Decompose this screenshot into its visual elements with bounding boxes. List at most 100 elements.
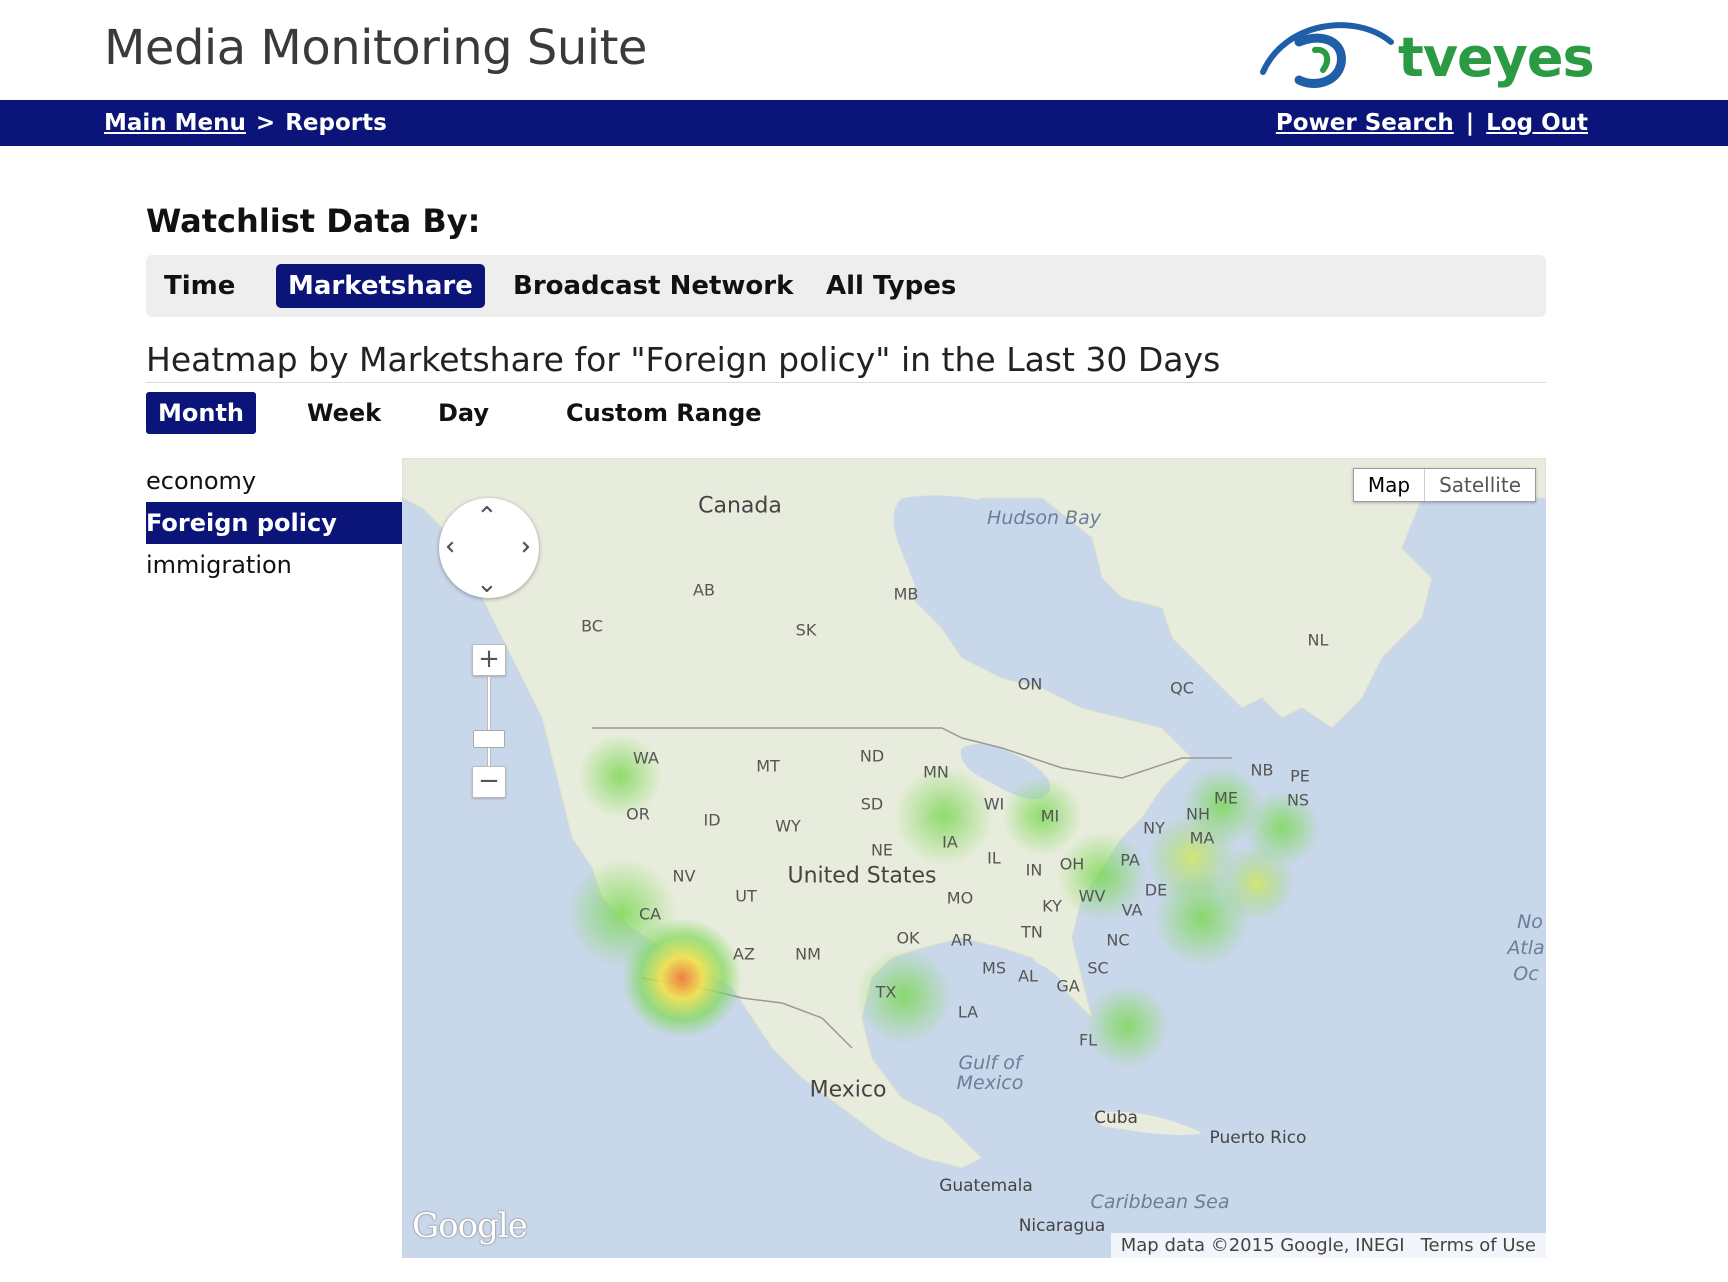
label-atlantic-3: Oc <box>1513 963 1539 985</box>
tab-broadcast-network[interactable]: Broadcast Network <box>501 264 805 308</box>
label-in: IN <box>1025 860 1043 880</box>
map-type-map-button[interactable]: Map <box>1354 469 1426 501</box>
label-de: DE <box>1144 880 1168 900</box>
range-custom[interactable]: Custom Range <box>554 392 774 434</box>
label-az: AZ <box>733 944 755 964</box>
label-mexico: Mexico <box>809 1077 887 1103</box>
label-ma: MA <box>1189 828 1215 848</box>
label-ok: OK <box>896 928 920 948</box>
label-ia: IA <box>942 832 958 852</box>
zoom-track[interactable] <box>487 676 491 771</box>
label-or: OR <box>626 804 650 824</box>
map-attribution: Map data ©2015 Google, INEGI Terms of Us… <box>1110 1233 1546 1258</box>
label-pa: PA <box>1120 850 1140 870</box>
user-links: Power Search | Log Out <box>1276 110 1588 136</box>
label-mt: MT <box>756 756 780 776</box>
pan-control[interactable]: ⌃ ⌃ ⌃ ⌃ <box>439 498 539 598</box>
map-type-satellite-button[interactable]: Satellite <box>1425 469 1535 501</box>
label-il: IL <box>987 848 1001 868</box>
pan-left-icon[interactable]: ⌃ <box>443 536 473 558</box>
label-hudson-bay: Hudson Bay <box>987 507 1101 529</box>
breadcrumb-separator: > <box>255 110 276 136</box>
label-ms: MS <box>982 958 1006 978</box>
divider <box>146 382 1546 383</box>
label-nb: NB <box>1250 760 1274 780</box>
tab-time[interactable]: Time <box>152 264 247 308</box>
label-nc: NC <box>1106 930 1130 950</box>
range-day[interactable]: Day <box>426 392 501 434</box>
pan-right-icon[interactable]: ⌃ <box>503 536 533 558</box>
label-guatemala: Guatemala <box>939 1176 1033 1196</box>
label-wy: WY <box>775 816 801 836</box>
label-nm: NM <box>795 944 821 964</box>
label-united-states: United States <box>787 863 937 889</box>
data-type-tabs: Time Marketshare Broadcast Network All T… <box>146 255 1546 317</box>
zoom-out-button[interactable]: − <box>472 766 506 798</box>
label-ca: CA <box>638 904 662 924</box>
logo-wordmark: tveyes <box>1398 26 1595 89</box>
label-ne: NE <box>870 840 894 860</box>
eye-logo-icon <box>1260 22 1394 88</box>
breadcrumb: Main Menu > Reports <box>104 110 387 136</box>
label-wv: WV <box>1078 886 1106 906</box>
log-out-link[interactable]: Log Out <box>1486 110 1588 136</box>
heatmap[interactable]: Canada United States Mexico Hudson Bay G… <box>402 458 1546 1258</box>
label-nicaragua: Nicaragua <box>1018 1216 1106 1236</box>
label-mn: MN <box>923 762 949 782</box>
label-wi: WI <box>983 794 1005 814</box>
label-nv: NV <box>672 866 696 886</box>
label-ut: UT <box>735 886 757 906</box>
nav-divider: | <box>1465 110 1475 136</box>
range-week[interactable]: Week <box>295 392 393 434</box>
label-nd: ND <box>859 746 885 766</box>
label-ar: AR <box>950 930 974 950</box>
term-immigration[interactable]: immigration <box>146 544 402 586</box>
pan-up-icon[interactable]: ⌃ <box>476 504 498 530</box>
tveyes-logo[interactable]: tveyes <box>1255 12 1595 94</box>
label-atlantic-1: No <box>1517 911 1543 933</box>
main-menu-link[interactable]: Main Menu <box>104 110 246 136</box>
app-title: Media Monitoring Suite <box>104 20 647 76</box>
label-oh: OH <box>1059 854 1085 874</box>
watchlist-terms: economy Foreign policy immigration <box>146 460 402 586</box>
range-month[interactable]: Month <box>146 392 257 434</box>
label-puerto-rico: Puerto Rico <box>1209 1128 1307 1148</box>
label-mi: MI <box>1040 806 1060 826</box>
section-heading: Watchlist Data By: <box>146 202 481 240</box>
pan-down-icon[interactable]: ⌃ <box>476 566 498 596</box>
label-mb: MB <box>893 584 919 604</box>
label-nh: NH <box>1186 804 1210 824</box>
label-ab: AB <box>693 580 715 600</box>
term-economy[interactable]: economy <box>146 460 402 502</box>
power-search-link[interactable]: Power Search <box>1276 110 1454 136</box>
terms-of-use-link[interactable]: Terms of Use <box>1421 1235 1536 1256</box>
google-logo[interactable]: Google <box>412 1206 528 1246</box>
label-bc: BC <box>581 616 603 636</box>
label-canada: Canada <box>698 493 782 519</box>
label-wa: WA <box>633 748 659 768</box>
label-ns: NS <box>1286 790 1310 810</box>
label-qc: QC <box>1170 678 1194 698</box>
label-id: ID <box>703 810 721 830</box>
zoom-in-button[interactable]: + <box>472 644 506 676</box>
tab-marketshare[interactable]: Marketshare <box>276 264 485 308</box>
label-mo: MO <box>946 888 974 908</box>
label-nl: NL <box>1307 630 1329 650</box>
label-on: ON <box>1017 674 1043 694</box>
term-foreign-policy[interactable]: Foreign policy <box>146 502 402 544</box>
label-me: ME <box>1214 788 1238 808</box>
label-ny: NY <box>1143 818 1165 838</box>
label-ky: KY <box>1042 896 1062 916</box>
label-tx: TX <box>875 982 897 1002</box>
label-atlantic-2: Atla <box>1507 937 1545 959</box>
label-sk: SK <box>795 620 817 640</box>
label-sc: SC <box>1087 958 1109 978</box>
zoom-control: + − <box>472 644 506 804</box>
label-gulf-1: Gulf of <box>958 1052 1022 1074</box>
tab-all-types[interactable]: All Types <box>814 264 968 308</box>
zoom-thumb[interactable] <box>473 730 505 748</box>
label-ga: GA <box>1056 976 1080 996</box>
map-type-control: Map Satellite <box>1352 468 1536 502</box>
label-cuba: Cuba <box>1094 1108 1138 1128</box>
report-title: Heatmap by Marketshare for "Foreign poli… <box>146 340 1221 379</box>
